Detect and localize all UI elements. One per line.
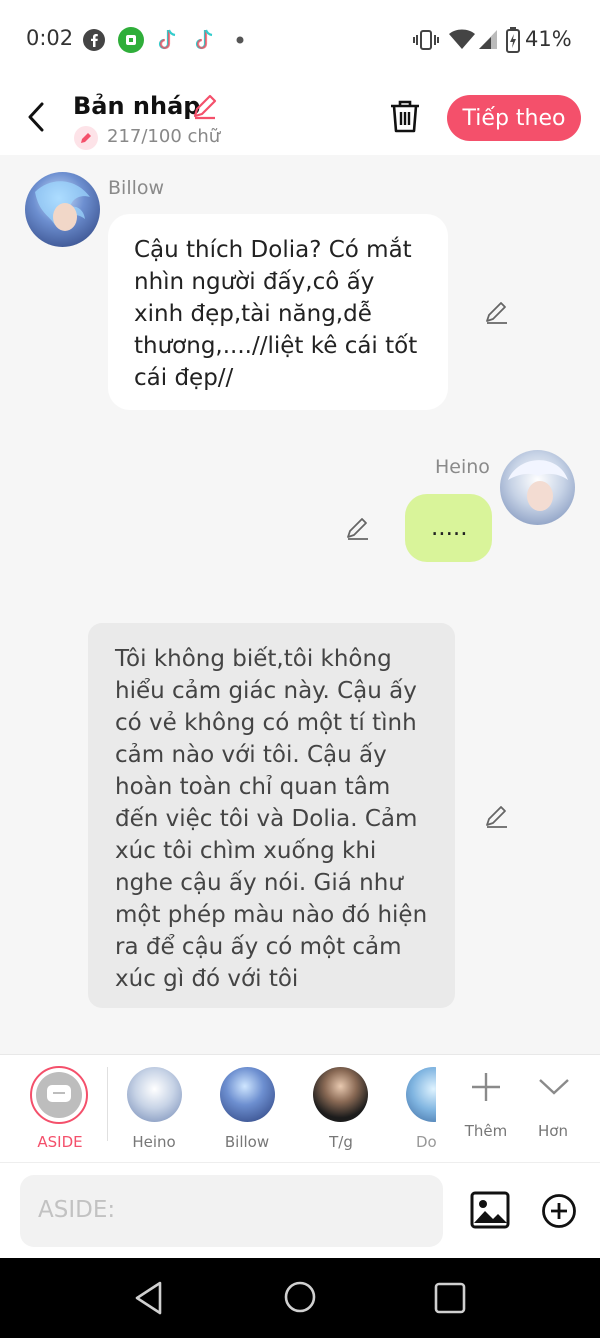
- facebook-icon: [83, 29, 105, 51]
- more-label: Hơn: [538, 1122, 568, 1140]
- cast-label-dolia: Do: [416, 1133, 436, 1151]
- signal-icon: [479, 30, 497, 49]
- page-title: Bản nháp: [73, 92, 201, 120]
- wifi-icon: [449, 29, 475, 49]
- dot-icon: [236, 36, 244, 44]
- add-circle-icon[interactable]: [541, 1193, 577, 1229]
- aside-label: ASIDE: [37, 1133, 83, 1151]
- trash-icon[interactable]: [388, 98, 422, 134]
- home-nav-icon[interactable]: [283, 1280, 317, 1314]
- speaker-name: Billow: [108, 177, 165, 199]
- cast-avatar-heino[interactable]: [127, 1067, 182, 1122]
- message-bubble[interactable]: Cậu thích Dolia? Có mắt nhìn người đấy,c…: [108, 214, 448, 410]
- system-nav-bar: [0, 1258, 600, 1338]
- message-input-placeholder: ASIDE:: [38, 1197, 116, 1223]
- aside-bubble[interactable]: Tôi không biết,tôi không hiểu cảm giác n…: [88, 623, 455, 1008]
- divider: [107, 1067, 108, 1141]
- header-bar: Bản nháp 217/100 chữ Tiếp theo: [0, 80, 600, 155]
- vibrate-icon: [413, 30, 439, 50]
- edit-title-icon[interactable]: [191, 92, 219, 120]
- word-count: 217/100 chữ: [107, 126, 221, 147]
- edit-message-icon[interactable]: [345, 515, 371, 541]
- status-bar: 0:02 41%: [0, 0, 600, 80]
- cast-selector-bar: ASIDE Heino Billow T/g Do Thêm Hơn: [0, 1054, 600, 1163]
- edit-message-icon[interactable]: [484, 803, 510, 829]
- message-text: Cậu thích Dolia? Có mắt nhìn người đấy,c…: [134, 237, 418, 391]
- cast-avatar-dolia[interactable]: [406, 1067, 436, 1122]
- message-input[interactable]: ASIDE:: [20, 1175, 443, 1247]
- cast-avatar-billow[interactable]: [220, 1067, 275, 1122]
- cast-label-heino: Heino: [132, 1133, 176, 1151]
- message-text: .....: [431, 515, 468, 541]
- edit-message-icon[interactable]: [484, 299, 510, 325]
- back-arrow-icon[interactable]: [24, 100, 50, 134]
- back-nav-icon[interactable]: [132, 1280, 166, 1316]
- cast-label-billow: Billow: [224, 1133, 270, 1151]
- pencil-badge-icon: [74, 126, 98, 150]
- cast-label-tg: T/g: [329, 1133, 353, 1151]
- aside-selector[interactable]: [30, 1066, 88, 1124]
- billow-avatar[interactable]: [25, 172, 100, 247]
- composer-bar: ASIDE:: [0, 1162, 600, 1259]
- message-bubble[interactable]: .....: [405, 494, 492, 562]
- tiktok-icon: [195, 29, 213, 50]
- status-time: 0:02: [26, 26, 74, 50]
- recents-nav-icon[interactable]: [433, 1281, 467, 1315]
- next-button-label: Tiếp theo: [462, 105, 566, 131]
- tiktok-icon: [158, 29, 176, 50]
- speech-bubble-icon: [47, 1085, 71, 1102]
- battery-icon: [506, 27, 520, 53]
- app-icon: [118, 27, 144, 53]
- message-text: Tôi không biết,tôi không hiểu cảm giác n…: [115, 646, 428, 992]
- cast-avatar-tg[interactable]: [313, 1067, 368, 1122]
- next-button[interactable]: Tiếp theo: [447, 95, 581, 141]
- speaker-name: Heino: [435, 456, 490, 478]
- plus-icon[interactable]: [470, 1071, 502, 1103]
- battery-percentage: 41%: [525, 27, 572, 51]
- image-icon[interactable]: [470, 1191, 510, 1229]
- heino-avatar[interactable]: [500, 450, 575, 525]
- chevron-down-icon[interactable]: [538, 1077, 570, 1097]
